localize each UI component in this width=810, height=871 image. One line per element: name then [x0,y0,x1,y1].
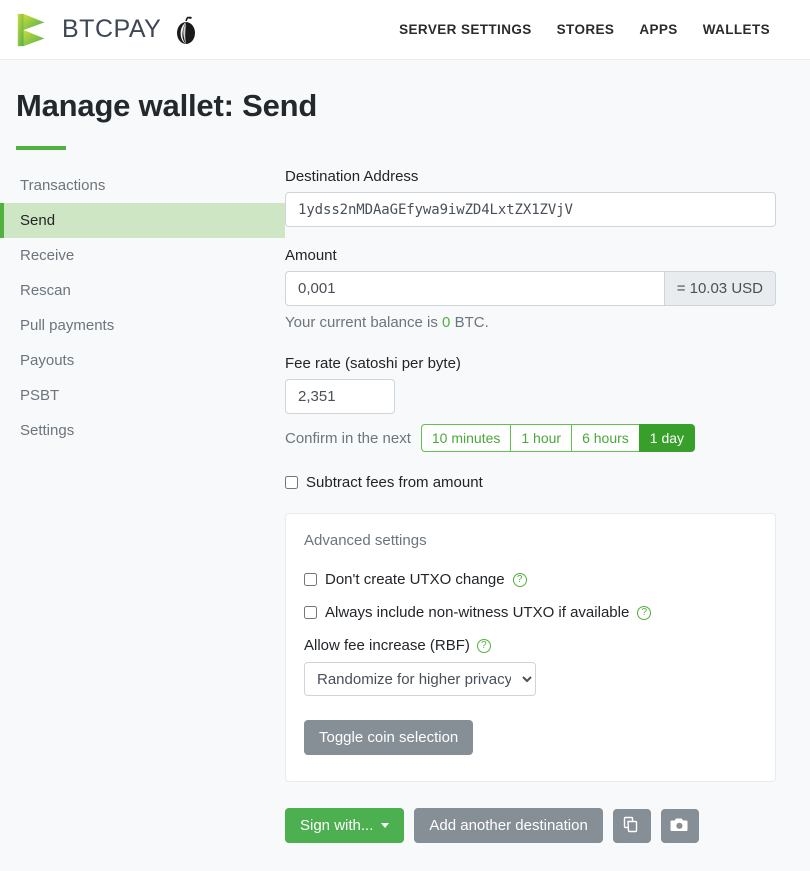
brand[interactable]: BTCPAY [14,11,161,49]
scan-qr-button[interactable] [660,808,699,843]
sidebar-item-pull-payments[interactable]: Pull payments [0,308,285,343]
toggle-coin-selection-button[interactable]: Toggle coin selection [304,720,474,755]
camera-icon [670,816,689,836]
confirm-time-row: Confirm in the next 10 minutes 1 hour 6 … [285,424,776,452]
non-witness-utxo-label[interactable]: Always include non-witness UTXO if avail… [325,604,629,621]
tor-onion-logo [161,15,199,45]
fee-option-6-hours[interactable]: 6 hours [571,424,639,452]
nav-item-server-settings[interactable]: SERVER SETTINGS [399,22,532,37]
main-nav: SERVER SETTINGS STORES APPS WALLETS [399,22,770,37]
fee-rate-group: Fee rate (satoshi per byte) Confirm in t… [285,355,776,452]
non-witness-utxo-checkbox[interactable] [304,606,317,619]
sidebar-item-psbt[interactable]: PSBT [0,378,285,413]
amount-fiat-addon: = 10.03 USD [664,271,776,306]
amount-input[interactable] [285,271,665,306]
fee-rate-input[interactable] [285,379,395,414]
form-actions: Sign with... Add another destination [285,808,776,843]
amount-group: Amount = 10.03 USD Your current balance … [285,247,776,331]
paste-icon [623,816,640,836]
balance-prefix: Your current balance is [285,314,438,331]
nav-item-apps[interactable]: APPS [639,22,677,37]
no-change-row: Don't create UTXO change ? [304,571,757,588]
page-title: Manage wallet: Send [16,88,318,123]
sidebar-item-send[interactable]: Send [0,203,285,238]
nav-item-stores[interactable]: STORES [557,22,615,37]
rbf-label-row: Allow fee increase (RBF) ? [304,637,757,654]
sign-with-button[interactable]: Sign with... [285,808,405,843]
paste-button[interactable] [612,808,651,843]
page-header: Manage wallet: Send [0,60,810,150]
sidebar-item-settings[interactable]: Settings [0,413,285,448]
confirmation-target-group: 10 minutes 1 hour 6 hours 1 day [420,424,696,452]
brand-text: BTCPAY [62,15,162,43]
amount-input-group: = 10.03 USD [285,271,776,306]
sidebar-item-receive[interactable]: Receive [0,238,285,273]
subtract-fees-label[interactable]: Subtract fees from amount [306,474,483,491]
amount-label: Amount [285,247,337,264]
send-form: Destination Address Amount = 10.03 USD Y… [285,168,810,843]
fee-option-1-day[interactable]: 1 day [638,424,696,452]
rbf-select[interactable]: Randomize for higher privacy [304,662,536,696]
page-layout: Transactions Send Receive Rescan Pull pa… [0,150,810,843]
fee-option-1-hour[interactable]: 1 hour [510,424,572,452]
sidebar-item-payouts[interactable]: Payouts [0,343,285,378]
non-witness-row: Always include non-witness UTXO if avail… [304,604,757,621]
advanced-settings-card: Advanced settings Don't create UTXO chan… [285,513,776,782]
destination-address-input[interactable] [285,192,776,227]
balance-value: 0 [442,314,451,331]
fee-rate-label: Fee rate (satoshi per byte) [285,355,461,372]
help-circle-icon[interactable]: ? [512,572,527,587]
balance-help-text: Your current balance is 0 BTC. [285,314,776,331]
sidebar-item-rescan[interactable]: Rescan [0,273,285,308]
advanced-settings-title: Advanced settings [304,532,427,549]
destination-group: Destination Address [285,168,776,227]
nav-item-wallets[interactable]: WALLETS [703,22,770,37]
no-utxo-change-checkbox[interactable] [304,573,317,586]
btcpay-logo [14,11,52,49]
wallet-sidebar: Transactions Send Receive Rescan Pull pa… [0,168,285,843]
subtract-fees-checkbox[interactable] [285,476,298,489]
no-utxo-change-label[interactable]: Don't create UTXO change [325,571,505,588]
help-circle-icon[interactable]: ? [637,605,652,620]
chevron-down-icon [381,823,390,828]
sidebar-item-transactions[interactable]: Transactions [0,168,285,203]
confirm-in-next-label: Confirm in the next [285,429,411,447]
top-navbar: BTCPAY SERVER SETTINGS STORES APPS WALLE… [0,0,810,60]
rbf-label: Allow fee increase (RBF) [304,637,470,654]
balance-suffix: BTC. [454,314,489,331]
fee-option-10-minutes[interactable]: 10 minutes [420,424,511,452]
destination-label: Destination Address [285,168,419,185]
add-another-destination-button[interactable]: Add another destination [414,808,603,843]
help-circle-icon[interactable]: ? [476,638,491,653]
subtract-fees-row: Subtract fees from amount [285,474,776,491]
sign-with-label: Sign with... [300,817,374,834]
